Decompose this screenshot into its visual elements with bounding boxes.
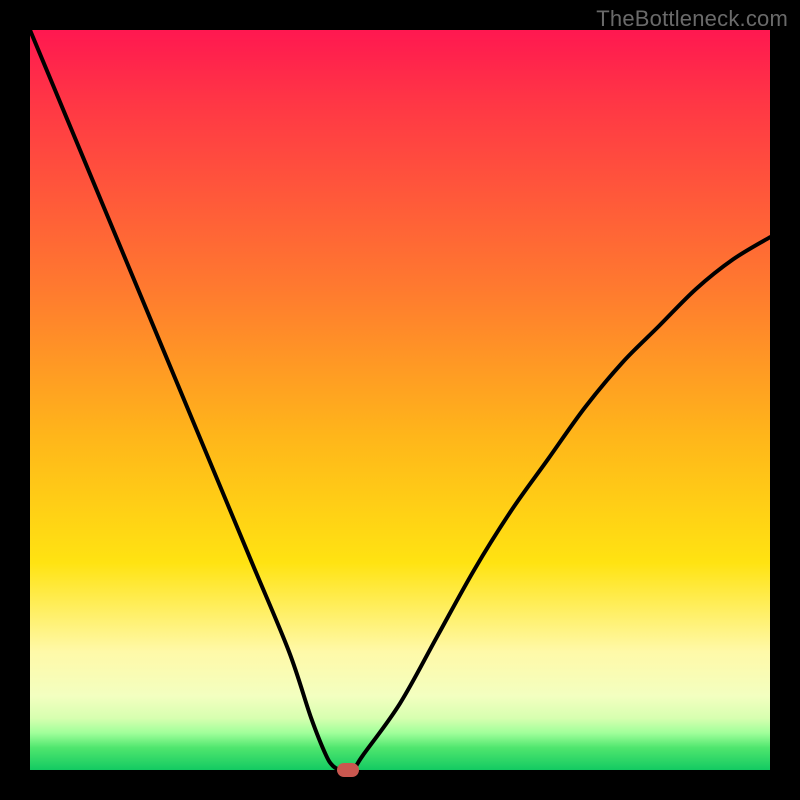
plot-area — [30, 30, 770, 770]
optimum-marker — [337, 763, 359, 777]
chart-frame: TheBottleneck.com — [0, 0, 800, 800]
bottleneck-curve — [30, 30, 770, 770]
watermark-text: TheBottleneck.com — [596, 6, 788, 32]
